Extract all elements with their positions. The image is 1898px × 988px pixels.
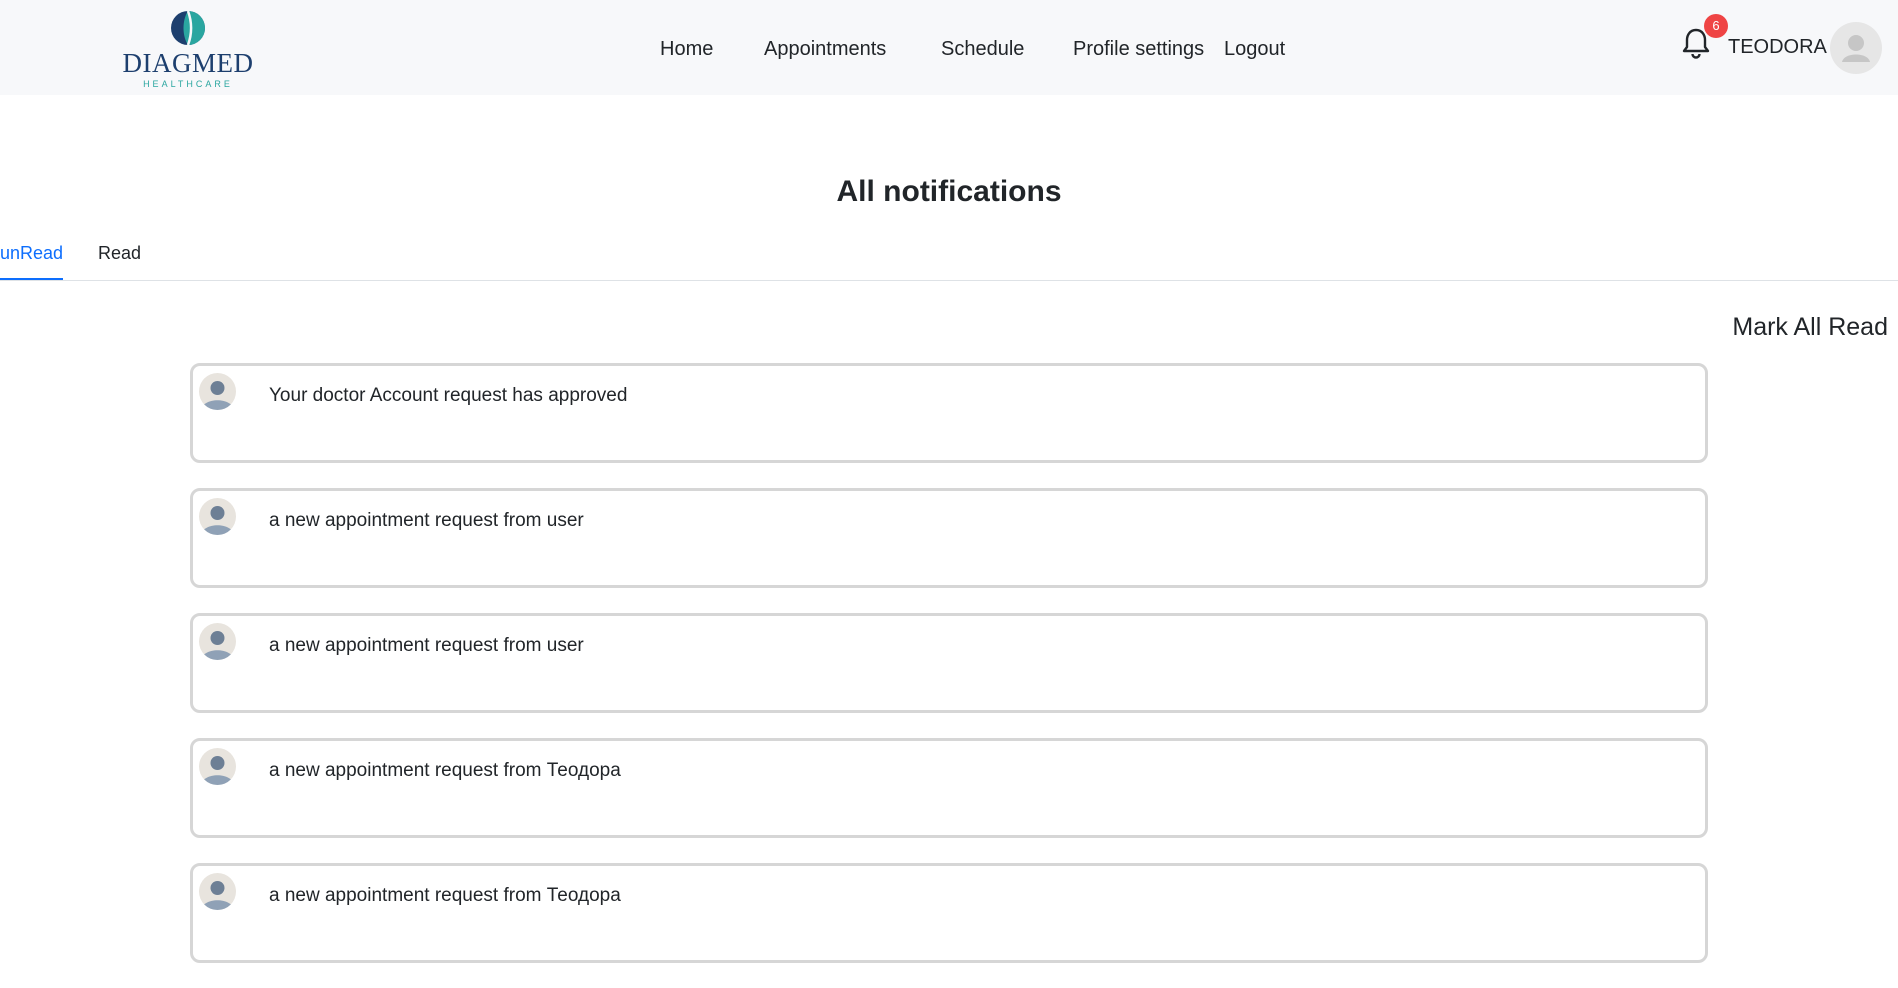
notification-tabs: unRead Read <box>0 238 1898 281</box>
notification-card[interactable]: a new appointment request from user <box>190 488 1708 588</box>
tab-read[interactable]: Read <box>98 238 141 279</box>
notification-text: a new appointment request from Теодора <box>269 885 621 906</box>
username-label: TEODORA <box>1728 36 1827 58</box>
notification-text: a new appointment request from user <box>269 510 584 531</box>
nav-home[interactable]: Home <box>660 36 713 62</box>
mark-all-read-button[interactable]: Mark All Read <box>1732 310 1888 344</box>
diagmed-logo[interactable]: DIAGMED HEALTHCARE <box>118 8 258 89</box>
person-avatar-icon <box>201 756 234 785</box>
person-avatar-icon <box>201 506 234 535</box>
person-avatar-icon <box>201 631 234 660</box>
nav-schedule[interactable]: Schedule <box>941 36 1024 62</box>
notification-card[interactable]: Your doctor Account request has approved <box>190 363 1708 463</box>
notification-list: Your doctor Account request has approved… <box>190 363 1708 988</box>
top-navbar: DIAGMED HEALTHCARE Home Appointments Sch… <box>0 0 1898 95</box>
notification-avatar <box>199 623 236 660</box>
logo-mark-icon <box>171 10 205 46</box>
tab-unread[interactable]: unRead <box>0 238 64 280</box>
nav-appointments[interactable]: Appointments <box>764 36 886 62</box>
nav-profile-settings[interactable]: Profile settings <box>1073 36 1204 62</box>
notification-text: a new appointment request from Теодора <box>269 760 621 781</box>
logo-tagline: HEALTHCARE <box>143 79 233 89</box>
person-avatar-icon <box>201 881 234 910</box>
notification-avatar <box>199 498 236 535</box>
nav-logout[interactable]: Logout <box>1224 36 1285 62</box>
notification-card[interactable]: a new appointment request from Теодора <box>190 738 1708 838</box>
user-avatar[interactable] <box>1830 22 1882 74</box>
person-avatar-icon <box>201 381 234 410</box>
notification-avatar <box>199 373 236 410</box>
notification-text: a new appointment request from user <box>269 635 584 656</box>
logo-name: DIAGMED <box>122 48 254 78</box>
notification-avatar <box>199 873 236 910</box>
notification-count-badge: 6 <box>1704 14 1728 38</box>
page-title: All notifications <box>836 175 1062 209</box>
notification-card[interactable]: a new appointment request from user <box>190 613 1708 713</box>
notification-card[interactable]: a new appointment request from Теодора <box>190 863 1708 963</box>
notification-avatar <box>199 748 236 785</box>
user-avatar-icon <box>1842 35 1870 62</box>
notification-text: Your doctor Account request has approved <box>269 385 628 406</box>
